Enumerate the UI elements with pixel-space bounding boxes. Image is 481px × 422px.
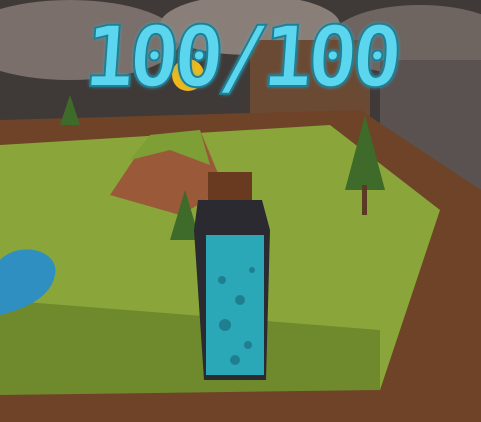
health-counter: 100/100 [80, 7, 401, 107]
potion-bottle [194, 172, 270, 380]
